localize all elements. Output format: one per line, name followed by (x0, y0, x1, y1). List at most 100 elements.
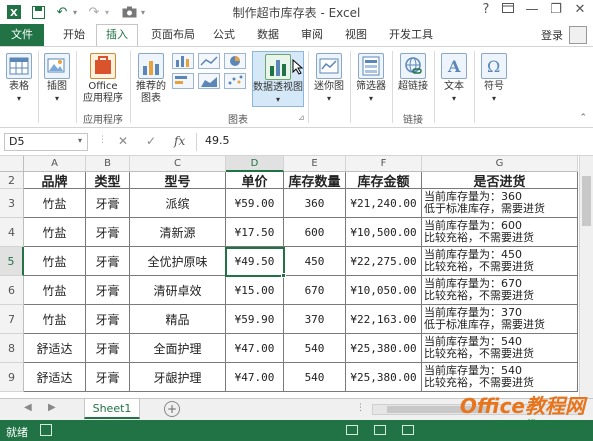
column-header-d[interactable]: D (226, 156, 284, 172)
unit-price-cell[interactable]: ¥47.00 (226, 334, 284, 363)
tab-developer[interactable]: 开发工具 (384, 25, 438, 45)
stock-value-cell[interactable]: ¥22,163.00 (346, 305, 422, 334)
vertical-scrollbar[interactable] (579, 156, 593, 398)
page-layout-view-icon[interactable] (374, 425, 386, 435)
sparklines-button[interactable]: 迷你图 ▾ (312, 53, 346, 105)
unit-price-cell[interactable]: ¥17.50 (226, 218, 284, 247)
type-cell[interactable]: 牙膏 (86, 276, 130, 305)
unit-price-cell[interactable]: ¥47.00 (226, 363, 284, 392)
stock-qty-cell[interactable]: 670 (284, 276, 346, 305)
model-cell[interactable]: 清新源 (130, 218, 226, 247)
fill-handle[interactable] (281, 273, 286, 278)
row-header-8[interactable]: 8 (0, 334, 24, 363)
name-box[interactable]: D5 (4, 133, 88, 151)
macro-record-icon[interactable] (40, 424, 52, 436)
model-cell[interactable]: 精品 (130, 305, 226, 334)
tab-review[interactable]: 审阅 (294, 25, 330, 45)
spreadsheet-grid[interactable]: A B C D E F G 2 品牌 类型 型号 单价 库存数量 库存金额 是否… (0, 156, 593, 398)
unit-price-cell[interactable]: ¥49.50 (226, 247, 284, 276)
name-box-dropdown-icon[interactable]: ▾ (78, 136, 82, 145)
area-chart-icon[interactable] (198, 73, 220, 89)
filter-button[interactable]: 筛选器 ▾ (354, 53, 388, 105)
minimize-button[interactable]: — (522, 2, 542, 20)
type-cell[interactable]: 牙膏 (86, 189, 130, 218)
restock-note-cell[interactable]: 当前库存量为：360 低于标准库存，需要进货 (422, 189, 578, 218)
model-cell[interactable]: 派缤 (130, 189, 226, 218)
row-header-4[interactable]: 4 (0, 218, 24, 247)
tab-insert[interactable]: 插入 (96, 24, 138, 46)
insert-function-icon[interactable]: fx (174, 134, 185, 148)
restock-note-cell[interactable]: 当前库存量为：370 低于标准库存，需要进货 (422, 305, 578, 334)
collapse-ribbon-icon[interactable]: ⌃ (579, 113, 587, 123)
header-cell-type[interactable]: 类型 (86, 172, 130, 189)
stock-value-cell[interactable]: ¥10,500.00 (346, 218, 422, 247)
add-sheet-button[interactable]: + (164, 401, 180, 417)
stock-qty-cell[interactable]: 600 (284, 218, 346, 247)
recommended-charts-button[interactable]: 推荐的 图表 (134, 53, 168, 105)
stock-value-cell[interactable]: ¥21,240.00 (346, 189, 422, 218)
brand-cell[interactable]: 竹盐 (24, 276, 86, 305)
prev-sheet-icon[interactable]: ◀ (24, 402, 32, 413)
model-cell[interactable]: 清研卓效 (130, 276, 226, 305)
restock-note-cell[interactable]: 当前库存量为：600 比较充裕，不需要进货 (422, 218, 578, 247)
header-cell-model[interactable]: 型号 (130, 172, 226, 189)
type-cell[interactable]: 牙膏 (86, 363, 130, 392)
stock-qty-cell[interactable]: 540 (284, 363, 346, 392)
type-cell[interactable]: 牙膏 (86, 218, 130, 247)
avatar[interactable] (569, 26, 587, 44)
group-dialog-launcher-icon[interactable]: ⊿ (298, 113, 305, 122)
tab-data[interactable]: 数据 (250, 25, 286, 45)
horizontal-scrollbar[interactable] (372, 404, 584, 415)
page-break-view-icon[interactable] (402, 425, 414, 435)
model-cell[interactable]: 全优护原味 (130, 247, 226, 276)
cancel-entry-icon[interactable]: ✕ (118, 134, 128, 148)
scatter-chart-icon[interactable] (224, 73, 246, 89)
sheet-tab-sheet1[interactable]: Sheet1 (84, 399, 140, 419)
row-header-5[interactable]: 5 (0, 247, 24, 276)
column-header-f[interactable]: F (346, 156, 422, 172)
line-chart-icon[interactable] (198, 53, 220, 69)
close-button[interactable]: ✕ (570, 2, 590, 20)
help-button[interactable]: ? (476, 2, 496, 20)
bar-chart-icon[interactable] (172, 73, 194, 89)
stock-value-cell[interactable]: ¥25,380.00 (346, 363, 422, 392)
row-header-9[interactable]: 9 (0, 363, 24, 392)
stock-qty-cell[interactable]: 540 (284, 334, 346, 363)
tab-file[interactable]: 文件 (0, 24, 44, 46)
column-header-g[interactable]: G (422, 156, 578, 172)
illustrations-button[interactable]: 插图 ▾ (42, 53, 72, 105)
ribbon-display-icon[interactable] (498, 2, 518, 20)
restock-note-cell[interactable]: 当前库存量为：450 比较充裕，不需要进货 (422, 247, 578, 276)
header-cell-brand[interactable]: 品牌 (24, 172, 86, 189)
restock-note-cell[interactable]: 当前库存量为：540 比较充裕，不需要进货 (422, 334, 578, 363)
tab-formulas[interactable]: 公式 (206, 25, 242, 45)
column-chart-icon[interactable] (172, 53, 194, 69)
vertical-scrollbar-thumb[interactable] (582, 176, 591, 226)
header-cell-stock-qty[interactable]: 库存数量 (284, 172, 346, 189)
formula-input[interactable]: 49.5 (196, 133, 588, 151)
stock-qty-cell[interactable]: 370 (284, 305, 346, 334)
symbols-button[interactable]: Ω 符号 ▾ (478, 53, 510, 105)
normal-view-icon[interactable] (346, 425, 358, 435)
restore-button[interactable]: ❐ (546, 2, 566, 20)
brand-cell[interactable]: 竹盐 (24, 305, 86, 334)
restock-note-cell[interactable]: 当前库存量为：540 比较充裕，不需要进货 (422, 363, 578, 392)
select-all-corner[interactable] (0, 156, 24, 172)
hyperlink-button[interactable]: 超链接 (396, 53, 430, 93)
next-sheet-icon[interactable]: ▶ (48, 402, 56, 413)
row-header-2[interactable]: 2 (0, 172, 24, 189)
unit-price-cell[interactable]: ¥59.00 (226, 189, 284, 218)
tab-page-layout[interactable]: 页面布局 (146, 25, 200, 45)
stock-qty-cell[interactable]: 450 (284, 247, 346, 276)
row-header-6[interactable]: 6 (0, 276, 24, 305)
tab-home[interactable]: 开始 (54, 25, 94, 45)
header-cell-unit-price[interactable]: 单价 (226, 172, 284, 189)
header-cell-stock-value[interactable]: 库存金额 (346, 172, 422, 189)
header-cell-restock[interactable]: 是否进货 (422, 172, 578, 189)
column-header-e[interactable]: E (284, 156, 346, 172)
restock-note-cell[interactable]: 当前库存量为：670 比较充裕，不需要进货 (422, 276, 578, 305)
brand-cell[interactable]: 舒适达 (24, 334, 86, 363)
brand-cell[interactable]: 竹盐 (24, 218, 86, 247)
stock-value-cell[interactable]: ¥22,275.00 (346, 247, 422, 276)
brand-cell[interactable]: 舒适达 (24, 363, 86, 392)
